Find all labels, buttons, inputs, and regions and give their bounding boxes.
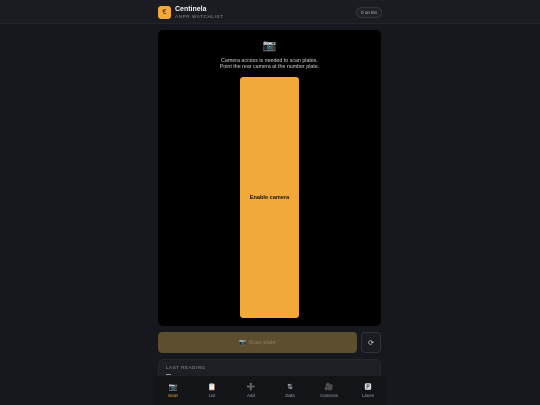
scan-plate-button[interactable]: 📷 Scan plate <box>158 332 357 353</box>
nav-item-list[interactable]: 📋 List <box>197 383 227 399</box>
nav-item-label: Data <box>285 393 295 398</box>
app-header: € Centinela ANPR WATCHLIST 0 on list <box>0 0 540 24</box>
app-title: Centinela <box>175 6 207 13</box>
nav-item-label: Cameras <box>320 393 338 398</box>
camera-icon: 📷 <box>239 339 247 346</box>
nav-item-label: Add <box>247 393 255 398</box>
parking-icon: 🅿 <box>364 384 372 391</box>
nav-item-label: Scan <box>167 393 178 398</box>
nav-item-add[interactable]: ➕ Add <box>236 383 266 399</box>
camera-icon: 📷 <box>168 384 178 391</box>
watchlist-count-badge: 0 on list <box>356 7 382 18</box>
app-root: € Centinela ANPR WATCHLIST 0 on list 📷 C… <box>0 0 540 405</box>
plus-icon: ➕ <box>246 384 256 391</box>
bottom-nav: 📷 Scan 📋 List ➕ Add ⇅ Data 🎥 Cameras 🅿 L… <box>154 376 386 405</box>
last-reading-label: LAST READING <box>166 365 206 370</box>
app-subtitle: ANPR WATCHLIST <box>175 14 224 19</box>
nav-item-lanes[interactable]: 🅿 Lanes <box>353 383 383 399</box>
video-camera-icon: 🎥 <box>324 384 334 391</box>
app-logo-icon: € <box>158 6 171 19</box>
scan-plate-label: Scan plate <box>248 339 276 346</box>
refresh-button[interactable]: ⟳ <box>361 332 381 353</box>
nav-item-label: Lanes <box>362 393 374 398</box>
nav-item-data[interactable]: ⇅ Data <box>275 383 305 399</box>
camera-panel: 📷 Camera access is needed to scan plates… <box>158 30 381 326</box>
nav-item-cameras[interactable]: 🎥 Cameras <box>314 383 344 399</box>
nav-item-scan[interactable]: 📷 Scan <box>158 383 188 399</box>
enable-camera-button[interactable]: Enable camera <box>240 77 299 318</box>
nav-item-label: List <box>208 393 216 398</box>
refresh-icon: ⟳ <box>368 339 374 347</box>
clipboard-icon: 📋 <box>207 384 217 391</box>
last-reading-value <box>166 374 171 375</box>
camera-instruction-message: Point the rear camera at the number plat… <box>219 64 320 70</box>
camera-icon: 📷 <box>262 40 277 52</box>
sort-arrows-icon: ⇅ <box>287 384 293 391</box>
